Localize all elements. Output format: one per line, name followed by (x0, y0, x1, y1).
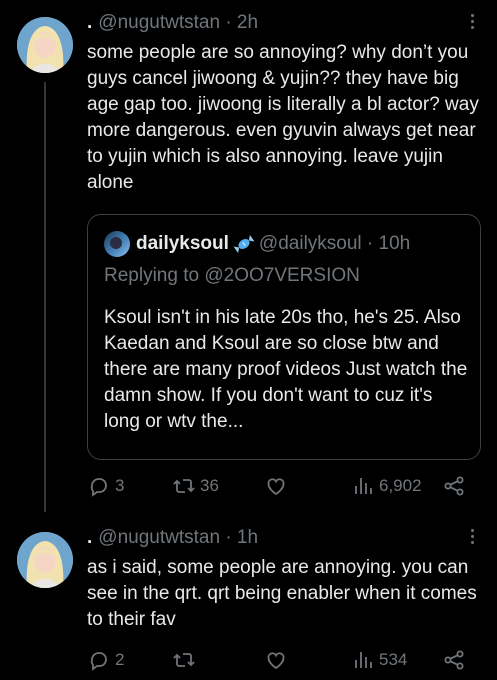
quote-text: Ksoul isn't in his late 20s tho, he's 25… (104, 307, 468, 432)
retweet-icon (173, 479, 195, 493)
retweet-button[interactable] (172, 648, 200, 672)
like-button[interactable] (264, 648, 292, 672)
tweet[interactable]: . @nugutwtstan · 2h some people are so an… (0, 0, 497, 520)
like-icon (267, 652, 285, 670)
reply-button[interactable]: 3 (87, 474, 124, 498)
views-icon (355, 652, 372, 668)
user-handle[interactable]: @nugutwtstan (98, 12, 220, 33)
views-icon (355, 478, 372, 494)
reply-button[interactable]: 2 (87, 648, 124, 672)
replying-to-label: Replying to (104, 265, 200, 286)
user-handle[interactable]: @nugutwtstan (98, 527, 220, 548)
reply-count: 2 (115, 650, 125, 669)
quote-avatar (104, 231, 130, 257)
display-name[interactable]: . (87, 527, 92, 548)
more-icon[interactable] (471, 14, 475, 32)
tweet-text: as i said, some people are annoying. you… (87, 557, 477, 630)
quote-timestamp: 10h (378, 233, 411, 254)
timestamp[interactable]: 1h (237, 527, 258, 548)
avatar[interactable] (17, 532, 73, 588)
share-button[interactable] (442, 648, 466, 672)
tweet-header: . @nugutwtstan · 2h (87, 12, 258, 34)
tweet[interactable]: . @nugutwtstan · 1h as i said, some peopl… (0, 520, 497, 680)
tweet-actions: 2 534 (87, 648, 482, 676)
avatar[interactable] (17, 17, 73, 73)
quoted-tweet[interactable]: dailyksoul @dailyksoul · 10h Replying to… (87, 214, 481, 460)
like-icon (267, 478, 285, 496)
retweet-button[interactable]: 36 (172, 474, 219, 498)
timestamp[interactable]: 2h (237, 12, 258, 33)
more-icon[interactable] (471, 529, 475, 547)
reply-count: 3 (115, 476, 125, 495)
replying-to-handle[interactable]: @2OO7VERSION (204, 265, 360, 286)
views-button[interactable]: 534 (351, 648, 407, 672)
share-icon (444, 650, 464, 670)
display-name[interactable]: . (87, 12, 92, 33)
retweet-count: 36 (200, 476, 219, 495)
separator: · (366, 233, 374, 254)
reply-icon (90, 652, 107, 671)
tweet-text: some people are so annoying? why don’t y… (87, 42, 479, 193)
replying-to: Replying to @2OO7VERSION (104, 265, 360, 287)
tweet-header: . @nugutwtstan · 1h (87, 527, 258, 549)
retweet-icon (173, 653, 195, 667)
like-button[interactable] (264, 474, 292, 498)
separator: · (225, 12, 232, 33)
views-count: 534 (379, 650, 408, 669)
share-icon (444, 476, 464, 496)
reply-icon (90, 478, 107, 497)
share-button[interactable] (442, 474, 466, 498)
separator: · (225, 527, 232, 548)
tweet-actions: 3 36 6,902 (87, 474, 482, 502)
views-count: 6,902 (379, 476, 422, 495)
candy-emoji-icon (233, 234, 255, 254)
quote-handle: @dailyksoul (258, 233, 362, 254)
thread-line (44, 82, 46, 512)
quote-display-name: dailyksoul (136, 233, 229, 254)
quote-header: dailyksoul @dailyksoul · 10h (104, 231, 410, 259)
views-button[interactable]: 6,902 (351, 474, 422, 498)
